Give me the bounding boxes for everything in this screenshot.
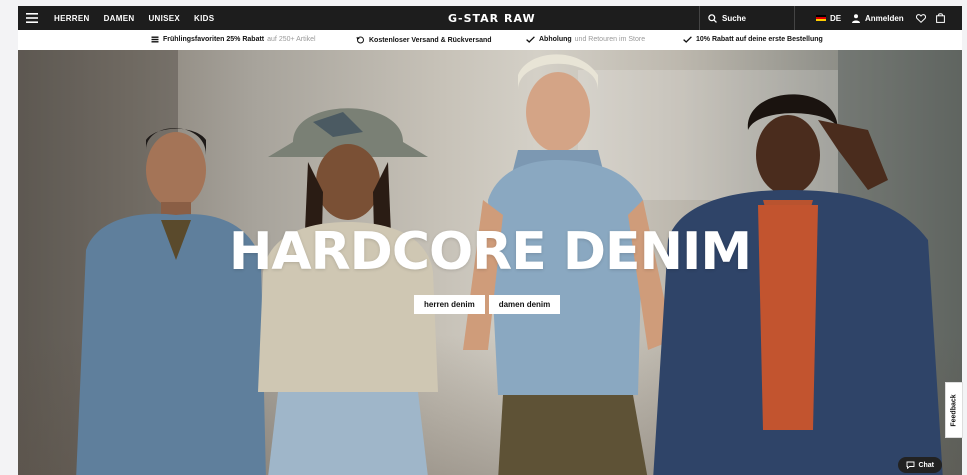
shopping-bag-icon bbox=[936, 13, 945, 23]
user-icon bbox=[852, 13, 860, 23]
hero-cta-group: herren denim damen denim bbox=[414, 295, 561, 314]
nav-link-herren[interactable]: HERREN bbox=[54, 14, 90, 23]
men-denim-button[interactable]: herren denim bbox=[414, 295, 485, 314]
menu-button[interactable] bbox=[20, 6, 44, 30]
germany-flag-icon bbox=[816, 15, 826, 21]
promo-pickup-light: und Retouren im Store bbox=[574, 36, 646, 43]
promo-first-order-bold: 10% Rabatt auf deine erste Bestellung bbox=[696, 36, 823, 43]
search-icon bbox=[708, 13, 717, 23]
promo-item-spring-sale[interactable]: Frühlingsfavoriten 25% Rabatt auf 250+ A… bbox=[151, 36, 316, 43]
chat-button[interactable]: Chat bbox=[898, 457, 942, 473]
feedback-label: Feedback bbox=[950, 393, 958, 427]
promo-item-free-shipping[interactable]: Kostenloser Versand & Rückversand bbox=[356, 36, 492, 44]
language-selector[interactable]: DE bbox=[816, 6, 841, 30]
nav-link-kids[interactable]: KIDS bbox=[194, 14, 214, 23]
promo-pickup-bold: Abholung bbox=[539, 36, 572, 43]
chat-bubble-icon bbox=[906, 461, 915, 469]
nav-link-damen[interactable]: DAMEN bbox=[104, 14, 135, 23]
promo-bar: Frühlingsfavoriten 25% Rabatt auf 250+ A… bbox=[18, 30, 962, 50]
checkmark-icon bbox=[526, 36, 535, 43]
hamburger-icon bbox=[26, 13, 38, 23]
model-1-image bbox=[76, 128, 266, 475]
main-nav-links: HERREN DAMEN UNISEX KIDS bbox=[54, 14, 228, 23]
chat-label: Chat bbox=[918, 461, 934, 469]
return-arrows-icon bbox=[356, 36, 364, 44]
nav-link-unisex[interactable]: UNISEX bbox=[148, 14, 180, 23]
top-navigation: HERREN DAMEN UNISEX KIDS G-STAR RAW Such… bbox=[18, 6, 962, 30]
heart-icon bbox=[916, 13, 926, 23]
hero-banner[interactable]: HARDCORE DENIM herren denim damen denim … bbox=[18, 50, 962, 475]
hero-headline: HARDCORE DENIM bbox=[228, 222, 752, 282]
wishlist-button[interactable] bbox=[916, 6, 926, 30]
feedback-tab[interactable]: Feedback bbox=[945, 382, 963, 438]
login-label: Anmelden bbox=[865, 13, 904, 23]
promo-item-pickup[interactable]: Abholung und Retouren im Store bbox=[526, 36, 645, 43]
login-button[interactable]: Anmelden bbox=[852, 6, 904, 30]
women-denim-button[interactable]: damen denim bbox=[488, 295, 561, 314]
brand-logo[interactable]: G-STAR RAW bbox=[448, 12, 536, 25]
search-button[interactable]: Suche bbox=[699, 6, 795, 30]
tag-icon bbox=[151, 36, 159, 43]
promo-item-first-order[interactable]: 10% Rabatt auf deine erste Bestellung bbox=[683, 36, 823, 43]
promo-shipping-bold: Kostenloser Versand & Rückversand bbox=[369, 36, 492, 44]
search-label: Suche bbox=[722, 13, 747, 23]
checkmark-icon bbox=[683, 36, 692, 43]
promo-spring-light: auf 250+ Artikel bbox=[267, 36, 316, 43]
language-label: DE bbox=[830, 13, 842, 23]
cart-button[interactable] bbox=[936, 6, 945, 30]
page-frame: HERREN DAMEN UNISEX KIDS G-STAR RAW Such… bbox=[18, 6, 962, 475]
promo-spring-bold: Frühlingsfavoriten 25% Rabatt bbox=[163, 36, 265, 43]
